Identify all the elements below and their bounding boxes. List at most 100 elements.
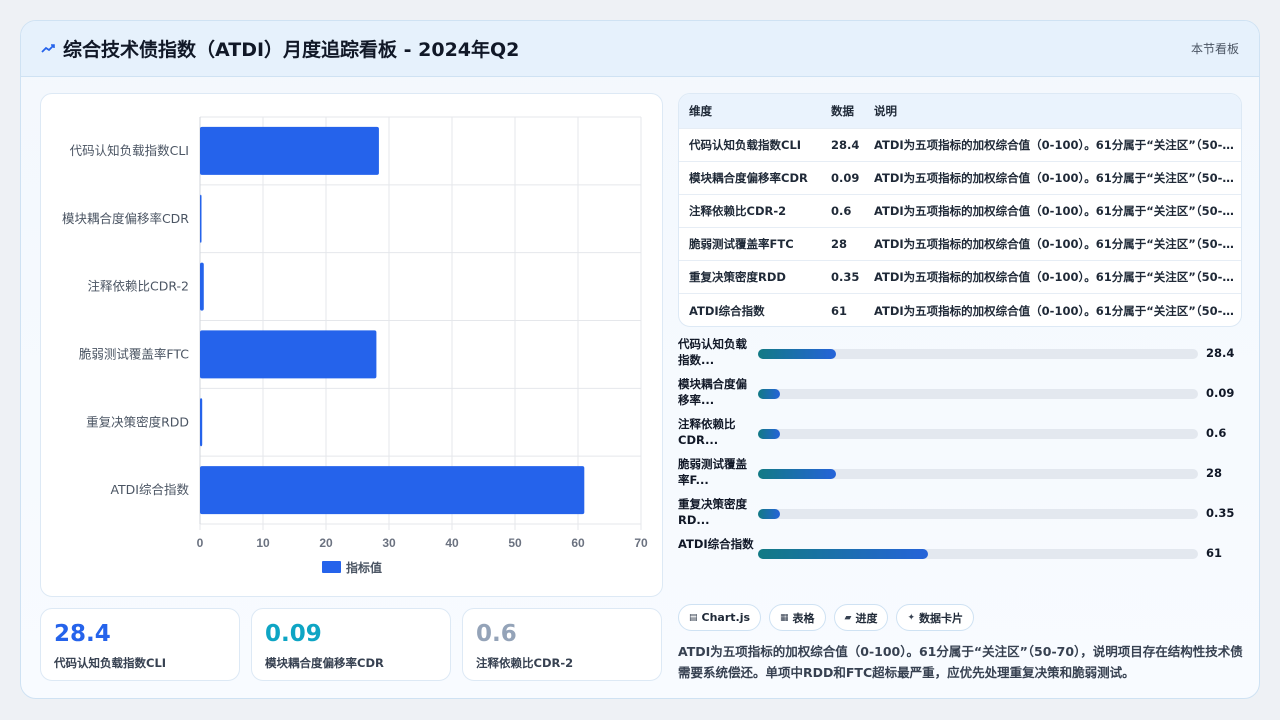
legend-label: 指标值 [346, 560, 382, 575]
table-row: 重复决策密度RDD 0.35 ATDI为五项指标的加权综合值（0-100）。61… [679, 260, 1241, 294]
progress-fill [758, 349, 836, 359]
table-cell: 模块耦合度偏移率CDR [679, 160, 821, 195]
progress-track [758, 549, 1198, 559]
table-cell: ATDI为五项指标的加权综合值（0-100）。61分属于“关注区”（50-70） [864, 293, 1241, 326]
x-tick-label: 30 [382, 536, 396, 550]
header-bar: 综合技术债指数（ATDI）月度追踪看板 - 2024年Q2 本节看板 [21, 21, 1259, 77]
progress-value: 28 [1206, 466, 1223, 480]
bar [200, 466, 585, 515]
table-cell: 0.6 [821, 193, 864, 228]
progress-row: ATDI综合指数 61 [678, 534, 1242, 574]
table-cell: ATDI为五项指标的加权综合值（0-100）。61分属于“关注区”（50-70） [864, 193, 1241, 228]
tag-label: 表格 [792, 611, 815, 625]
progress-fill [758, 429, 780, 439]
y-tick-label: 模块耦合度偏移率CDR [62, 211, 189, 226]
table-cell: ATDI为五项指标的加权综合值（0-100）。61分属于“关注区”（50-70） [864, 227, 1241, 261]
table-cell: 61 [821, 293, 864, 326]
progress-track [758, 349, 1198, 359]
progress-track [758, 509, 1198, 519]
section-board-link[interactable]: 本节看板 [1191, 40, 1239, 57]
table-row: 脆弱测试覆盖率FTC 28 ATDI为五项指标的加权综合值（0-100）。61分… [679, 227, 1241, 261]
table-row: ATDI综合指数 61 ATDI为五项指标的加权综合值（0-100）。61分属于… [679, 293, 1241, 326]
progress-label: 重复决策密度RD... [678, 497, 747, 527]
progress-fill [758, 469, 836, 479]
bar-chart-panel: 0 10 20 30 40 50 60 70 代码认知负载指数CLI 模块耦合度偏移率CDR 注释依… [40, 93, 663, 597]
table-header-row: 维度 数据 说明 [679, 94, 1241, 128]
progress-value: 61 [1206, 546, 1223, 560]
table-cell: 0.35 [821, 260, 864, 294]
y-tick-label: ATDI综合指数 [110, 482, 189, 497]
progress-label: 模块耦合度偏移率... [678, 377, 747, 407]
metrics-table: 维度 数据 说明 代码认知负载指数CLI 28.4 ATDI为五项指标的加权综合… [678, 93, 1242, 327]
table-cell: 28.4 [821, 127, 864, 162]
chart-icon: ▤ [689, 612, 698, 623]
table-icon: ▦ [780, 612, 789, 623]
progress-value: 0.35 [1206, 506, 1235, 520]
kpi-value: 28.4 [54, 621, 111, 647]
table-cell: ATDI为五项指标的加权综合值（0-100）。61分属于“关注区”（50-70） [864, 260, 1241, 294]
tag-label: 数据卡片 [919, 611, 964, 625]
tag-chip[interactable]: ▤ Chart.js [678, 604, 762, 631]
tag-chip[interactable]: ▦ 表格 [769, 604, 826, 631]
progress-value: 0.6 [1206, 426, 1227, 440]
bar [200, 262, 204, 311]
kpi-card-cdr: 0.09 模块耦合度偏移率CDR [251, 608, 451, 681]
tag-list: ▤ Chart.js ▦ 表格 ▰ 进度 ✦ 数据卡片 [678, 604, 975, 632]
summary-text: ATDI为五项指标的加权综合值（0-100）。61分属于“关注区”（50-70）… [678, 644, 1243, 680]
kpi-label: 模块耦合度偏移率CDR [265, 656, 384, 670]
card-icon: ✦ [907, 612, 916, 623]
x-tick-label: 40 [445, 536, 459, 550]
progress-label: 代码认知负载指数... [678, 337, 747, 367]
progress-value: 0.09 [1206, 386, 1235, 400]
kpi-value: 0.6 [476, 621, 517, 647]
progress-row: 代码认知负载指数... 28.4 [678, 334, 1242, 374]
kpi-card-cli: 28.4 代码认知负载指数CLI [40, 608, 240, 681]
legend-swatch [322, 561, 341, 573]
table-cell: 28 [821, 227, 864, 261]
table-cell: 代码认知负载指数CLI [679, 127, 821, 162]
table-cell: 注释依赖比CDR-2 [679, 193, 821, 228]
y-tick-label: 注释依赖比CDR-2 [88, 279, 190, 294]
tag-chip[interactable]: ▰ 进度 [833, 604, 889, 631]
table-row: 代码认知负载指数CLI 28.4 ATDI为五项指标的加权综合值（0-100）。… [679, 127, 1241, 162]
progress-track [758, 429, 1198, 439]
kpi-card-cdr2: 0.6 注释依赖比CDR-2 [462, 608, 662, 681]
tag-label: Chart.js [701, 611, 751, 624]
progress-row: 模块耦合度偏移率... 0.09 [678, 374, 1242, 414]
kpi-label: 注释依赖比CDR-2 [476, 656, 574, 670]
progress-icon: ▰ [844, 612, 852, 623]
tag-chip[interactable]: ✦ 数据卡片 [896, 604, 975, 631]
table-header-data: 数据 [821, 94, 864, 128]
bar [200, 398, 203, 447]
progress-label: 脆弱测试覆盖率F... [678, 457, 747, 487]
x-tick-label: 60 [571, 536, 585, 550]
table-cell: ATDI为五项指标的加权综合值（0-100）。61分属于“关注区”（50-70） [864, 160, 1241, 195]
table-cell: 脆弱测试覆盖率FTC [679, 227, 821, 261]
y-tick-label: 重复决策密度RDD [86, 414, 189, 429]
table-row: 注释依赖比CDR-2 0.6 ATDI为五项指标的加权综合值（0-100）。61… [679, 193, 1241, 228]
progress-list: 代码认知负载指数... 28.4 模块耦合度偏移率... 0.09 注释依赖比CDR..… [678, 334, 1242, 574]
x-tick-label: 10 [256, 536, 270, 550]
progress-label: 注释依赖比CDR... [678, 417, 736, 447]
progress-track [758, 389, 1198, 399]
progress-label: ATDI综合指数 [678, 537, 754, 551]
table-cell: ATDI综合指数 [679, 293, 821, 326]
table-row: 模块耦合度偏移率CDR 0.09 ATDI为五项指标的加权综合值（0-100）。… [679, 160, 1241, 195]
kpi-value: 0.09 [265, 621, 322, 647]
bar-chart: 0 10 20 30 40 50 60 70 代码认知负载指数CLI 模块耦合度偏移率CDR 注释依… [62, 116, 648, 575]
dashboard-card: 综合技术债指数（ATDI）月度追踪看板 - 2024年Q2 本节看板 0 10 20… [20, 20, 1260, 699]
tag-label: 进度 [855, 611, 878, 625]
page-title: 综合技术债指数（ATDI）月度追踪看板 - 2024年Q2 [63, 39, 520, 61]
y-tick-label: 脆弱测试覆盖率FTC [79, 346, 189, 361]
table-cell: 重复决策密度RDD [679, 260, 821, 294]
x-tick-label: 20 [319, 536, 333, 550]
progress-row: 脆弱测试覆盖率F... 28 [678, 454, 1242, 494]
table-cell: ATDI为五项指标的加权综合值（0-100）。61分属于“关注区”（50-70） [864, 127, 1241, 162]
progress-row: 注释依赖比CDR... 0.6 [678, 414, 1242, 454]
kpi-label: 代码认知负载指数CLI [54, 656, 167, 670]
table-cell: 0.09 [821, 160, 864, 195]
trend-icon [41, 44, 55, 53]
progress-track [758, 469, 1198, 479]
progress-fill [758, 549, 928, 559]
progress-fill [758, 509, 780, 519]
